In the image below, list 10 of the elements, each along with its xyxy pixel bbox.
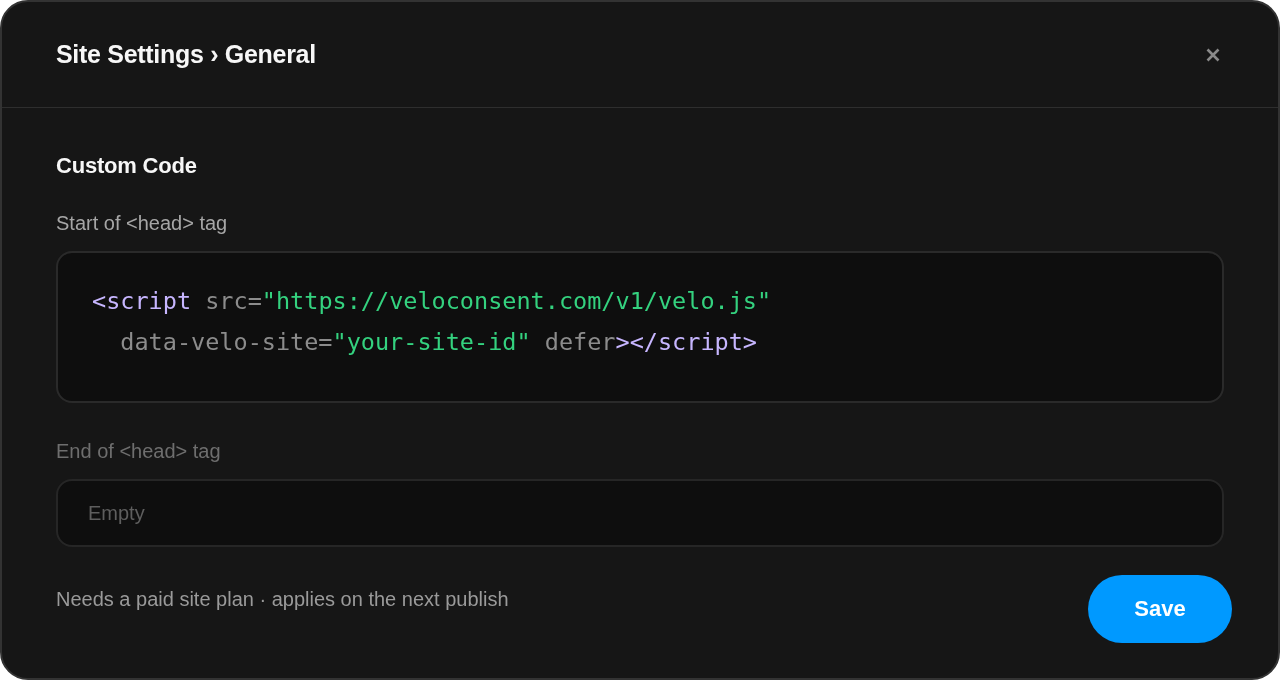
code-line: <script src="https://veloconsent.com/v1/velo.js" (92, 286, 772, 317)
section-heading: Custom Code (56, 152, 198, 180)
close-button[interactable] (1206, 47, 1220, 62)
code-line: data-velo-site="your-site-id" defer></script> (119, 327, 757, 358)
close-icon (1206, 47, 1220, 62)
field-label: End of <head> tag (56, 439, 222, 463)
dialog-title: Site Settings › General (56, 40, 316, 69)
code-editor-field[interactable]: <script src="https://veloconsent.com/v1/velo.js" data-velo-site="your-site-id" defer></script> (56, 251, 1224, 403)
field-label: Start of <head> tag (56, 211, 229, 235)
footer-note: Needs a paid site plan · applies on the next publish (56, 587, 509, 611)
